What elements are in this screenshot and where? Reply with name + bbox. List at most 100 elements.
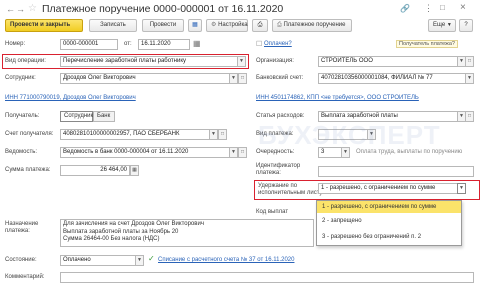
statement-dropdown[interactable]: ▼: [229, 147, 238, 158]
payment-id-field[interactable]: [318, 166, 474, 177]
close-icon[interactable]: ×: [460, 2, 466, 13]
date-from-label: от:: [124, 41, 132, 47]
watermark: БУХЭКСПЕРТ: [258, 120, 441, 150]
recipient-label: Получатель:: [5, 113, 40, 119]
payment-order-label: Платежное поручение: [283, 22, 346, 28]
printer-icon: ⎙: [277, 22, 282, 28]
recipient-account-open-button[interactable]: □: [218, 129, 227, 140]
chevron-down-icon: ▼: [137, 257, 142, 263]
calendar-icon[interactable]: ▦: [193, 39, 201, 48]
bank-account-field[interactable]: 40702810356000001084, ФИЛИАЛ № 77: [318, 73, 466, 84]
purpose-line-1: Для зачисления на счет Дроздов Олег Викт…: [63, 221, 204, 227]
state-label: Состояние:: [5, 257, 37, 263]
comment-field[interactable]: [60, 272, 474, 283]
amount-field[interactable]: 26 464,00: [60, 165, 130, 176]
more-label: Еще: [433, 22, 446, 28]
chevron-down-icon: ▼: [459, 58, 464, 64]
operation-type-dropdown[interactable]: ▼: [237, 56, 246, 67]
amount-label: Сумма платежа:: [5, 167, 51, 173]
document-icon-button[interactable]: ▦: [188, 19, 202, 32]
number-field[interactable]: 0000-000001: [60, 39, 118, 50]
document-icon: ▦: [192, 22, 198, 28]
chevron-down-icon: ▼: [231, 75, 236, 81]
date-field[interactable]: 16.11.2020: [138, 39, 190, 50]
gear-icon: ⚙: [211, 22, 217, 28]
payment-code-label: Код выплат: [256, 209, 289, 215]
post-button[interactable]: Провести: [142, 19, 184, 32]
recipient-account-dropdown[interactable]: ▼: [209, 129, 218, 140]
organization-open-button[interactable]: □: [465, 56, 474, 67]
recipient-account-field[interactable]: 40802810100000002957, ПАО СБЕРБАНК: [60, 129, 210, 140]
bank-account-label: Банковский счет:: [256, 75, 304, 81]
bank-account-dropdown[interactable]: ▼: [465, 73, 474, 84]
operation-type-select[interactable]: Перечисление заработной платы работнику: [60, 56, 238, 67]
link-icon[interactable]: 🔗: [400, 4, 410, 13]
favorite-star-icon[interactable]: ☆: [28, 3, 37, 14]
payment-id-label-line-1: Идентификатор: [256, 163, 301, 169]
paid-link[interactable]: Оплачен?: [264, 41, 292, 47]
purpose-line-2: Выплата заработной платы за Ноябрь 20: [63, 228, 179, 235]
open-icon: □: [467, 113, 472, 119]
organization-inn-link[interactable]: ИНН 4501174862, КПП <не требуется>, ООО …: [256, 95, 419, 101]
withholding-option-1[interactable]: 1 - разрешено, с ограничением по сумме: [317, 201, 461, 213]
settings-button[interactable]: ⚙ Настройка: [206, 19, 248, 32]
print-dropdown-button[interactable]: ⎙: [252, 19, 268, 32]
chevron-down-icon: ▼: [467, 75, 472, 81]
purpose-textarea[interactable]: Для зачисления на счет Дроздов Олег Викт…: [60, 219, 314, 247]
kebab-menu-icon[interactable]: ⋮: [424, 3, 433, 14]
paid-checkbox-icon[interactable]: ☐: [256, 40, 262, 48]
statement-field[interactable]: Ведомость в банк 0000-000004 от 16.11.20…: [60, 147, 230, 158]
window-title: Платежное поручение 0000-000001 от 16.11…: [42, 3, 284, 15]
calculator-icon: ▦: [132, 167, 137, 173]
statement-label: Ведомость:: [5, 149, 38, 155]
recipient-tooltip: Получатель платежа?: [396, 40, 458, 48]
recipient-bank-toggle[interactable]: Банк: [93, 111, 115, 122]
recipient-employee-toggle[interactable]: Сотрудник: [60, 111, 93, 122]
employee-dropdown[interactable]: ▼: [229, 73, 238, 84]
withholding-options-list: 1 - разрешено, с ограничением по сумме 2…: [316, 200, 462, 246]
purpose-label-line-2: платежа:: [5, 228, 30, 234]
calculator-button[interactable]: ▦: [130, 165, 139, 176]
chevron-down-icon: ▼: [459, 185, 464, 191]
open-icon: □: [240, 75, 245, 81]
employee-label: Сотрудник:: [5, 75, 36, 81]
more-button[interactable]: Еще ▼: [428, 19, 456, 32]
post-and-close-button[interactable]: Провести и закрыть: [5, 19, 83, 32]
forward-arrow-icon[interactable]: →: [16, 4, 25, 14]
maximize-icon[interactable]: □: [440, 3, 445, 12]
comment-label: Комментарий:: [5, 274, 45, 280]
open-icon: □: [240, 149, 245, 155]
state-dropdown[interactable]: ▼: [135, 255, 144, 266]
employee-field[interactable]: Дроздов Олег Викторович: [60, 73, 230, 84]
statement-open-button[interactable]: □: [238, 147, 247, 158]
withholding-dropdown[interactable]: ▼: [457, 183, 466, 194]
recipient-account-label: Счет получателя:: [5, 131, 54, 137]
help-button[interactable]: ?: [459, 19, 473, 32]
employee-inn-link[interactable]: ИНН 771000790019, Дроздов Олег Викторови…: [5, 95, 136, 101]
open-icon: □: [467, 58, 472, 64]
number-label: Номер:: [5, 41, 26, 47]
withholding-option-3[interactable]: 3 - разрешено без ограничений п. 2: [317, 230, 461, 245]
organization-label: Организация:: [256, 58, 294, 64]
payment-id-label-line-2: платежа:: [256, 170, 281, 176]
payment-order-print-button[interactable]: ⎙ Платежное поручение: [272, 19, 352, 32]
organization-field[interactable]: СТРОИТЕЛЬ ООО: [318, 56, 458, 67]
employee-open-button[interactable]: □: [238, 73, 247, 84]
expense-item-open-button[interactable]: □: [465, 111, 474, 122]
checkmark-icon: ✓: [148, 254, 155, 263]
chevron-down-icon: ▼: [446, 22, 452, 28]
withholding-option-2[interactable]: 2 - запрещено: [317, 213, 461, 230]
back-arrow-icon[interactable]: ←: [6, 4, 15, 14]
chevron-down-icon: ▼: [239, 58, 244, 64]
chevron-down-icon: ▼: [231, 149, 236, 155]
save-button[interactable]: Записать: [89, 19, 137, 32]
open-icon: □: [220, 131, 225, 137]
expense-item-label: Статья расходов:: [256, 113, 305, 119]
state-select[interactable]: Оплачено: [60, 255, 136, 266]
chevron-down-icon: ▼: [211, 131, 216, 137]
debit-document-link[interactable]: Списание с расчетного счета № 37 от 16.1…: [158, 257, 294, 263]
settings-label: Настройка: [218, 22, 248, 28]
purpose-label-line-1: Назначение: [5, 221, 39, 227]
chevron-down-icon: ▼: [459, 113, 464, 119]
withholding-select[interactable]: 1 - разрешено, с ограничением по сумме: [318, 183, 458, 194]
